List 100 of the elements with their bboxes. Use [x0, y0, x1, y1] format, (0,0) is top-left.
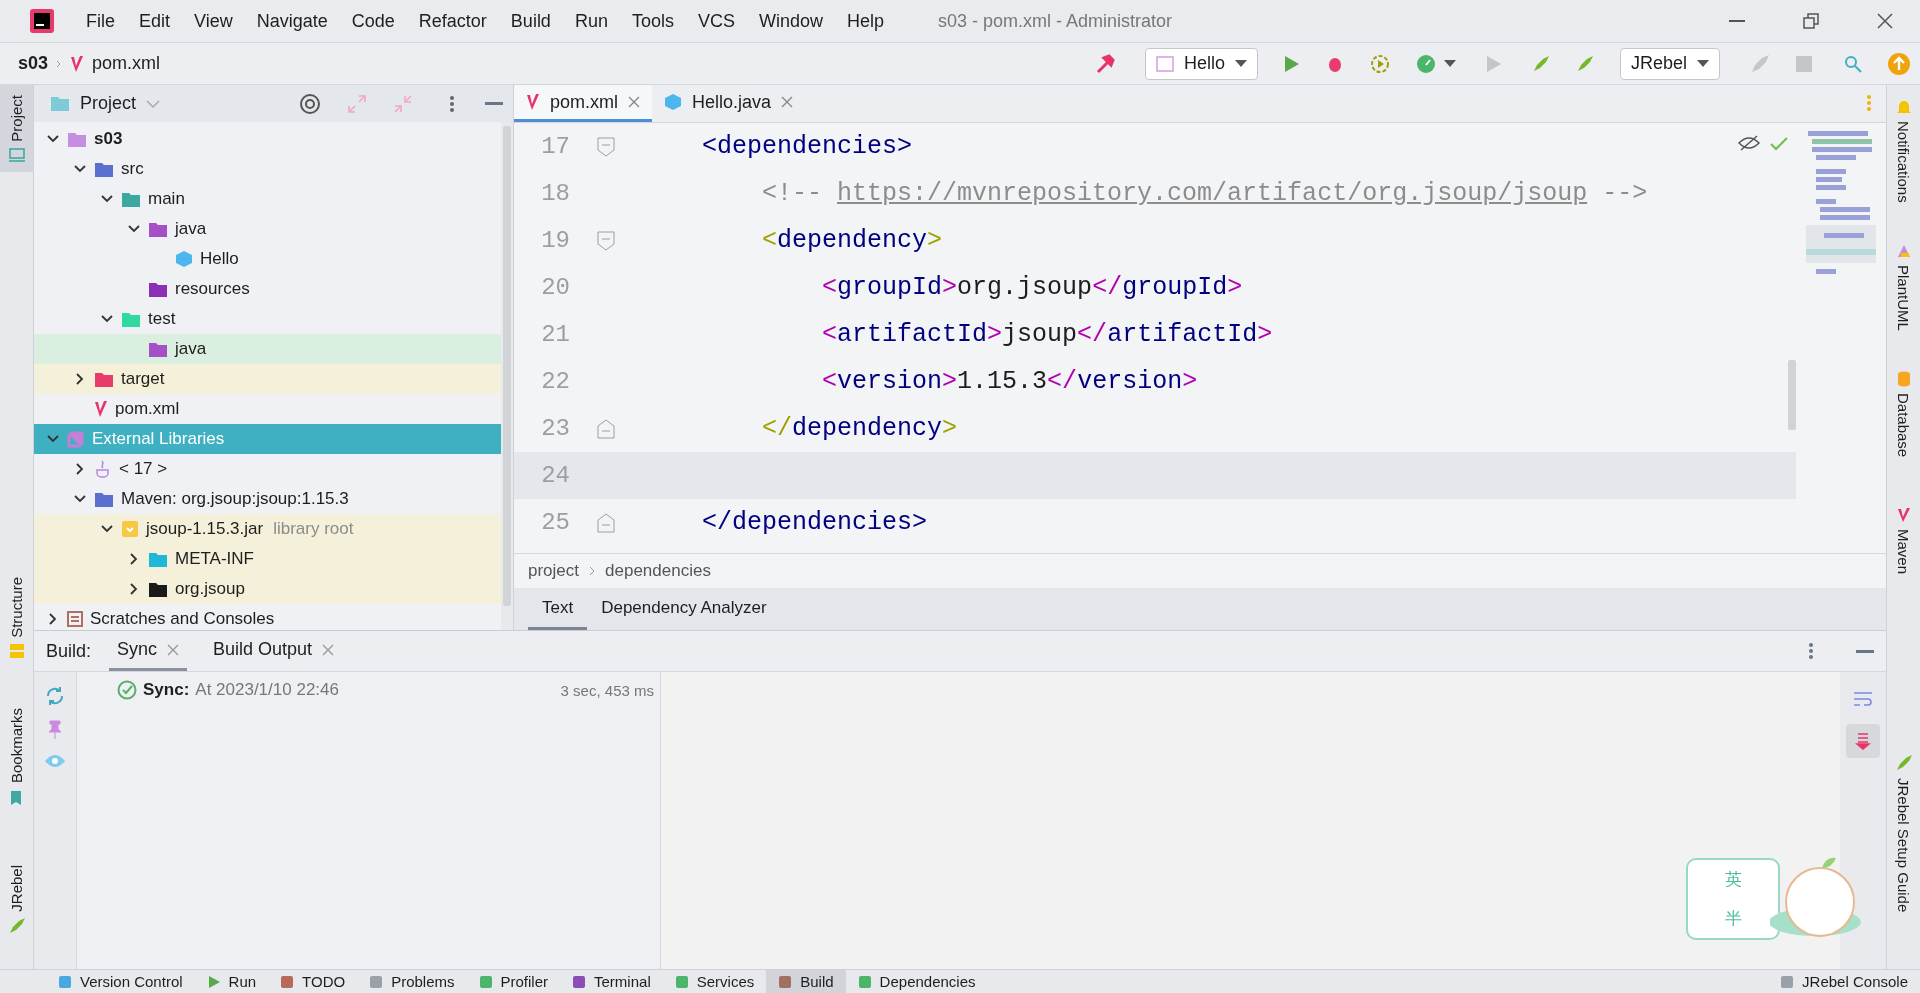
tool-window-button[interactable]: TODO — [268, 970, 358, 993]
fold-icon[interactable] — [597, 230, 615, 251]
tree-item[interactable]: java — [34, 214, 501, 244]
chevron-right-icon[interactable] — [74, 373, 86, 385]
caret-icon[interactable] — [1234, 59, 1247, 68]
menu-item[interactable]: File — [76, 10, 125, 32]
menu-item[interactable]: Navigate — [246, 10, 338, 32]
chevron-right-icon[interactable] — [47, 613, 59, 625]
tree-item[interactable]: test — [34, 304, 501, 334]
close-icon[interactable] — [1877, 13, 1893, 29]
menu-item[interactable]: Tools — [621, 10, 684, 32]
coverage-icon[interactable] — [1369, 53, 1390, 74]
tree-item[interactable]: pom.xml — [34, 394, 501, 424]
eye-slash-icon[interactable] — [1738, 135, 1760, 151]
tree-item[interactable]: Maven: org.jsoup:jsoup:1.15.3 — [34, 484, 501, 514]
tree-item[interactable]: s03 — [34, 124, 501, 154]
tree-item[interactable]: src — [34, 154, 501, 184]
tree-item[interactable]: jsoup-1.15.3.jar library root — [34, 514, 501, 544]
tool-window-button[interactable]: JRebel Console — [1768, 970, 1920, 993]
panel-tab[interactable]: Sync — [109, 631, 188, 671]
more-icon[interactable] — [449, 93, 455, 114]
menu-item[interactable]: Help — [837, 10, 895, 32]
search-icon[interactable] — [1844, 54, 1862, 73]
minimize-icon[interactable] — [485, 101, 503, 106]
target-icon[interactable] — [299, 92, 321, 115]
menu-item[interactable]: Run — [564, 10, 618, 32]
breadcrumb[interactable]: pom.xml — [92, 53, 161, 74]
fold-icon[interactable] — [597, 512, 615, 533]
tool-window-tab[interactable]: JRebel Setup Guide — [1887, 743, 1920, 923]
tool-window-tab[interactable]: Bookmarks — [0, 697, 33, 815]
menu-item[interactable]: VCS — [687, 10, 745, 32]
menu-item[interactable]: Build — [500, 10, 561, 32]
breadcrumb[interactable]: s03 — [18, 53, 49, 74]
close-icon[interactable] — [781, 96, 794, 108]
sync-entry[interactable]: Sync: At 2023/1/10 22:46 3 sec, 453 ms — [117, 680, 654, 700]
app-logo-icon[interactable] — [30, 9, 54, 33]
scroll-to-end-button[interactable] — [1846, 724, 1880, 758]
update-icon[interactable] — [1888, 52, 1910, 75]
tool-window-tab[interactable]: PlantUML — [1887, 232, 1920, 341]
panel-title[interactable]: Project — [80, 93, 137, 114]
chevron-right-icon[interactable] — [128, 583, 140, 595]
breadcrumb[interactable]: dependencies — [605, 561, 711, 581]
view-tab[interactable]: Dependency Analyzer — [587, 588, 781, 630]
editor-tab[interactable]: Hello.java — [652, 85, 806, 122]
tree-item[interactable]: resources — [34, 274, 501, 304]
tool-window-tab[interactable]: JRebel — [0, 854, 33, 946]
chevron-right-icon[interactable] — [74, 463, 86, 475]
scroll-to-end-icon[interactable] — [1855, 732, 1871, 750]
caret-icon[interactable] — [1443, 59, 1456, 68]
chevron-down-icon[interactable] — [47, 133, 59, 145]
chevron-down-icon[interactable] — [101, 313, 113, 325]
fold-icon[interactable] — [597, 136, 615, 157]
gauge-icon[interactable] — [1415, 53, 1436, 74]
tool-window-button[interactable]: Dependencies — [845, 970, 988, 993]
tool-window-button[interactable]: Terminal — [560, 970, 663, 993]
tree-item[interactable]: target — [34, 364, 501, 394]
fold-icon[interactable] — [597, 418, 615, 439]
menu-item[interactable]: View — [184, 10, 243, 32]
tool-window-button[interactable]: Version Control — [46, 970, 195, 993]
run-icon[interactable] — [1283, 54, 1300, 73]
tree-item[interactable]: java — [34, 334, 501, 364]
close-icon[interactable] — [628, 96, 640, 108]
chevron-right-icon[interactable] — [128, 553, 140, 565]
tree-item[interactable]: org.jsoup — [34, 574, 501, 604]
tool-window-tab[interactable]: Notifications — [1887, 89, 1920, 213]
tool-window-tab[interactable]: Maven — [1887, 496, 1920, 584]
tree-item[interactable]: main — [34, 184, 501, 214]
soft-wrap-icon[interactable] — [1853, 691, 1873, 707]
tree-item[interactable]: META-INF — [34, 544, 501, 574]
chevron-down-icon[interactable] — [128, 223, 140, 235]
minimize-icon[interactable] — [1729, 19, 1745, 23]
tool-window-tab[interactable]: Database — [1887, 360, 1920, 467]
caret-icon[interactable] — [1697, 59, 1709, 68]
tool-window-button[interactable]: Problems — [357, 970, 467, 993]
tool-window-button[interactable]: Build — [766, 970, 846, 993]
hammer-icon[interactable] — [1094, 53, 1115, 74]
chevron-down-icon[interactable] — [101, 523, 113, 535]
scrollbar-thumb[interactable] — [1788, 360, 1796, 430]
tree-item[interactable]: < 17 > — [34, 454, 501, 484]
tool-window-tab[interactable]: Structure — [0, 566, 33, 668]
eye-icon[interactable] — [44, 754, 66, 768]
menu-item[interactable]: Code — [341, 10, 405, 32]
sync-icon[interactable] — [45, 686, 65, 706]
tree-item[interactable]: Hello — [34, 244, 501, 274]
editor-tab[interactable]: pom.xml — [514, 85, 652, 122]
pin-icon[interactable] — [48, 720, 62, 740]
tool-window-button[interactable]: Services — [662, 970, 767, 993]
jrebel-dropdown[interactable]: JRebel — [1619, 47, 1720, 80]
tree-item[interactable]: Scratches and Consoles — [34, 604, 501, 630]
chevron-down-icon[interactable] — [74, 163, 86, 175]
chevron-down-icon[interactable] — [47, 433, 59, 445]
restore-icon[interactable] — [1803, 13, 1819, 29]
chevron-down-icon[interactable] — [101, 193, 113, 205]
menu-item[interactable]: Refactor — [408, 10, 497, 32]
run-configuration-dropdown[interactable]: Hello — [1144, 47, 1258, 80]
chevron-down-icon[interactable] — [74, 493, 86, 505]
panel-tab[interactable]: Build Output — [205, 631, 343, 671]
menu-item[interactable]: Edit — [129, 10, 181, 32]
menu-item[interactable]: Window — [748, 10, 833, 32]
tool-window-tab[interactable]: Project — [0, 85, 33, 172]
